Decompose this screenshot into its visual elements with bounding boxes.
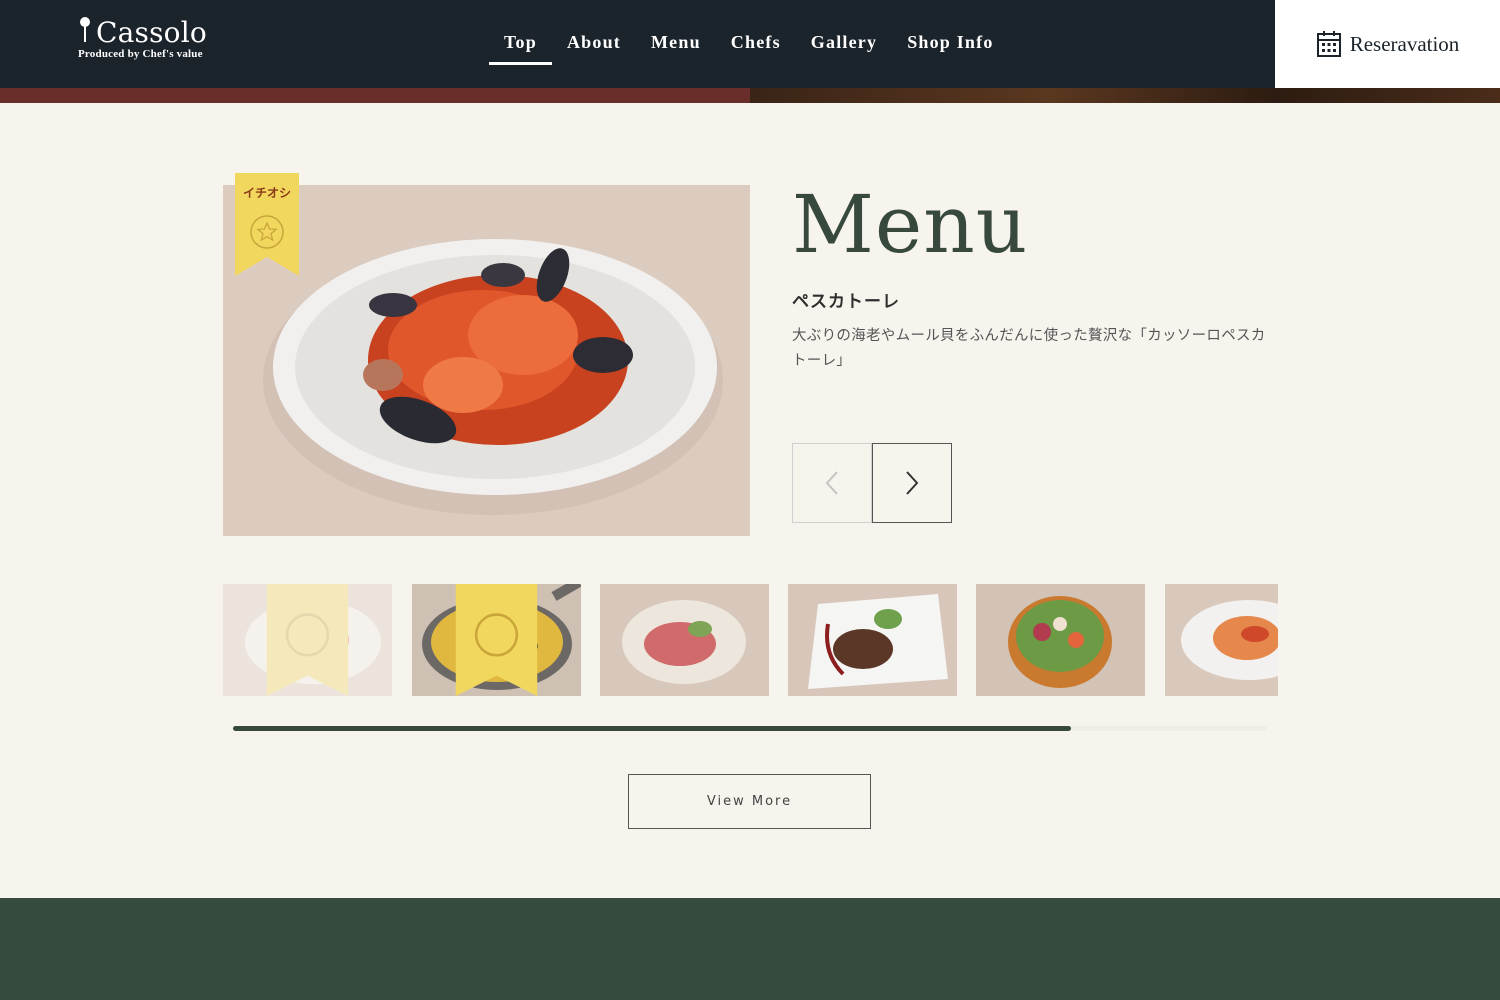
prev-button[interactable] xyxy=(792,443,872,523)
dish-name: ペスカトーレ xyxy=(792,292,900,312)
pasta-plate-image xyxy=(223,185,750,536)
section-title: Menu xyxy=(792,178,1029,271)
featured-dish-photo xyxy=(223,185,750,536)
logo-wordmark: Cassolo xyxy=(78,16,207,50)
thumbnail-carpaccio[interactable] xyxy=(600,584,769,696)
next-section-band xyxy=(0,898,1500,1000)
next-button[interactable] xyxy=(872,443,952,523)
site-logo[interactable]: Cassolo Produced by Chef's value xyxy=(78,16,207,60)
flower-icon xyxy=(80,17,90,42)
nav-item-chefs[interactable]: Chefs xyxy=(716,28,796,65)
main-nav: Top About Menu Chefs Gallery Shop Info xyxy=(489,28,1009,65)
thumbnail-salad[interactable] xyxy=(976,584,1145,696)
view-more-button[interactable]: View More xyxy=(628,774,871,829)
thumbnail-image xyxy=(788,584,957,696)
thumbnail-steak[interactable] xyxy=(788,584,957,696)
chevron-left-icon xyxy=(825,471,838,495)
dish-description: 大ぶりの海老やムール貝をふんだんに使った贅沢な「カッソーロペスカトーレ」 xyxy=(792,328,1266,369)
carousel-progress-track[interactable] xyxy=(233,726,1267,731)
reservation-button[interactable]: Reseravation xyxy=(1275,0,1500,88)
recommended-mini-badge xyxy=(455,584,538,696)
brand-name: Cassolo xyxy=(96,16,207,49)
thumbnail-seafood-cream[interactable] xyxy=(412,584,581,696)
reservation-label: Reseravation xyxy=(1349,31,1460,56)
nav-item-top[interactable]: Top xyxy=(489,28,552,65)
recommended-mini-badge xyxy=(266,584,349,696)
recommended-badge: イチオシ xyxy=(235,173,299,276)
thumbnail-image xyxy=(600,584,769,696)
calendar-icon xyxy=(1316,31,1341,57)
brand-tagline: Produced by Chef's value xyxy=(78,48,203,60)
site-header: Cassolo Produced by Chef's value Top Abo… xyxy=(0,0,1500,88)
chevron-right-icon xyxy=(906,471,919,495)
badge-text: イチオシ xyxy=(243,186,291,200)
carousel-progress-fill xyxy=(233,726,1071,731)
hero-image-strip xyxy=(0,88,1500,103)
nav-item-about[interactable]: About xyxy=(552,28,636,65)
thumbnail-image xyxy=(1165,584,1278,696)
thumbnail-carousel xyxy=(223,584,1278,696)
thumbnail-image xyxy=(976,584,1145,696)
thumbnail-tomato-pasta[interactable] xyxy=(1165,584,1278,696)
thumbnail-pescatore[interactable] xyxy=(223,584,392,696)
nav-item-menu[interactable]: Menu xyxy=(636,28,716,65)
nav-item-gallery[interactable]: Gallery xyxy=(796,28,892,65)
nav-item-shop-info[interactable]: Shop Info xyxy=(892,28,1008,65)
